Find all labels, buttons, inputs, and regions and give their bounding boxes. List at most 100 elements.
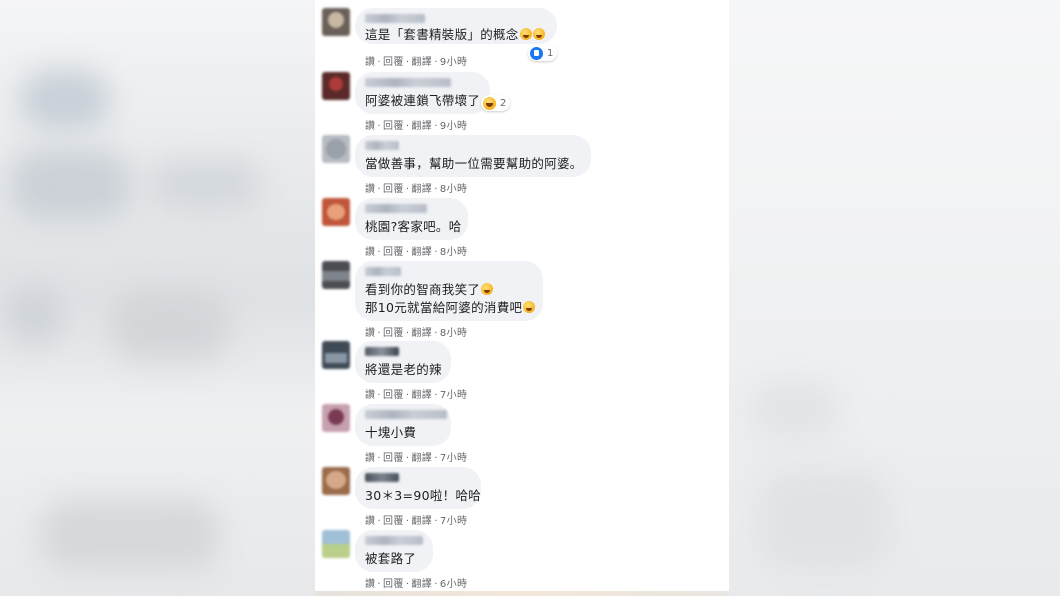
timestamp[interactable]: 9小時	[440, 121, 468, 132]
separator: ·	[377, 121, 381, 132]
reply-button[interactable]: 回覆	[383, 247, 404, 258]
commenter-name-blurred[interactable]	[365, 536, 423, 545]
comment-actions: 讚 · 回覆 · 翻譯 · 8小時	[365, 243, 467, 258]
comment-actions: 讚 · 回覆 · 翻譯 · 7小時	[365, 386, 467, 401]
comment-bubble: 當做善事，幫助一位需要幫助的阿婆。	[355, 135, 591, 177]
separator: ·	[434, 184, 438, 195]
translate-button[interactable]: 翻譯	[411, 453, 432, 464]
avatar[interactable]	[322, 135, 350, 163]
separator: ·	[434, 57, 438, 68]
timestamp[interactable]: 7小時	[440, 516, 468, 527]
separator: ·	[405, 390, 410, 401]
separator: ·	[405, 453, 410, 464]
separator: ·	[405, 328, 410, 339]
reply-button[interactable]: 回覆	[383, 516, 404, 527]
commenter-name-blurred[interactable]	[365, 141, 399, 150]
like-button[interactable]: 讚	[365, 184, 375, 195]
avatar[interactable]	[322, 530, 350, 558]
avatar[interactable]	[322, 198, 350, 226]
haha-icon	[483, 96, 496, 110]
separator: ·	[377, 247, 381, 258]
reaction-summary[interactable]: 1	[528, 45, 558, 61]
laugh-emoji-icon	[481, 283, 494, 295]
comment-text: 將還是老的辣	[365, 362, 442, 377]
avatar[interactable]	[322, 404, 350, 432]
comment-text-line: 那10元就當給阿婆的消費吧	[365, 300, 536, 316]
commenter-name-blurred[interactable]	[365, 78, 451, 87]
comment-actions: 讚 · 回覆 · 翻譯 · 9小時	[365, 53, 467, 68]
separator: ·	[377, 579, 381, 590]
separator: ·	[434, 328, 438, 339]
comment-text: 被套路了	[365, 551, 417, 566]
comment-bubble: 十塊小費	[355, 404, 451, 446]
separator: ·	[434, 453, 438, 464]
commenter-name-blurred[interactable]	[365, 410, 447, 419]
separator: ·	[434, 516, 438, 527]
timestamp[interactable]: 9小時	[440, 57, 468, 68]
reaction-summary[interactable]: 2	[481, 95, 511, 111]
separator: ·	[434, 579, 438, 590]
translate-button[interactable]: 翻譯	[411, 579, 432, 590]
translate-button[interactable]: 翻譯	[411, 390, 432, 401]
translate-button[interactable]: 翻譯	[411, 184, 432, 195]
like-button[interactable]: 讚	[365, 516, 375, 527]
panel-bottom-edge	[315, 591, 729, 596]
like-button[interactable]: 讚	[365, 453, 375, 464]
separator: ·	[377, 453, 381, 464]
commenter-name-blurred[interactable]	[365, 473, 399, 482]
reply-button[interactable]: 回覆	[383, 328, 404, 339]
comment-bubble: 阿婆被連鎖飞帶壞了	[355, 72, 490, 114]
like-button[interactable]: 讚	[365, 57, 375, 68]
reply-button[interactable]: 回覆	[383, 121, 404, 132]
like-button[interactable]: 讚	[365, 247, 375, 258]
translate-button[interactable]: 翻譯	[411, 247, 432, 258]
avatar[interactable]	[322, 8, 350, 36]
commenter-name-blurred[interactable]	[365, 267, 401, 276]
reply-button[interactable]: 回覆	[383, 453, 404, 464]
reply-button[interactable]: 回覆	[383, 579, 404, 590]
like-button[interactable]: 讚	[365, 390, 375, 401]
blurred-background-right	[729, 0, 1060, 596]
comment-bubble: 看到你的智商我笑了 那10元就當給阿婆的消費吧	[355, 261, 543, 321]
like-button[interactable]: 讚	[365, 121, 375, 132]
comment-text-line: 看到你的智商我笑了	[365, 282, 533, 298]
separator: ·	[377, 184, 381, 195]
laugh-emoji-icon	[532, 28, 545, 40]
comment-actions: 讚 · 回覆 · 翻譯 · 8小時	[365, 324, 467, 339]
reaction-count: 2	[500, 97, 507, 109]
timestamp[interactable]: 6小時	[440, 579, 468, 590]
timestamp[interactable]: 8小時	[440, 247, 468, 258]
comment-bubble: 30＊3=90啦！哈哈	[355, 467, 481, 509]
translate-button[interactable]: 翻譯	[411, 516, 432, 527]
laugh-emoji-icon	[519, 28, 532, 40]
reply-button[interactable]: 回覆	[383, 184, 404, 195]
commenter-name-blurred[interactable]	[365, 204, 427, 213]
avatar[interactable]	[322, 261, 350, 289]
comments-panel: 這是「套書精裝版」的概念 1 讚 · 回覆 · 翻譯 · 9小時 阿婆被連鎖飞帶壞了 2 讚…	[315, 0, 729, 591]
avatar[interactable]	[322, 341, 350, 369]
reply-button[interactable]: 回覆	[383, 57, 404, 68]
comment-actions: 讚 · 回覆 · 翻譯 · 9小時	[365, 117, 467, 132]
avatar[interactable]	[322, 72, 350, 100]
timestamp[interactable]: 7小時	[440, 390, 468, 401]
translate-button[interactable]: 翻譯	[411, 328, 432, 339]
comment-actions: 讚 · 回覆 · 翻譯 · 6小時	[365, 575, 467, 590]
translate-button[interactable]: 翻譯	[411, 57, 432, 68]
separator: ·	[377, 328, 381, 339]
separator: ·	[405, 247, 410, 258]
separator: ·	[405, 579, 410, 590]
timestamp[interactable]: 8小時	[440, 184, 468, 195]
reply-button[interactable]: 回覆	[383, 390, 404, 401]
comment-text: 十塊小費	[365, 425, 417, 440]
like-button[interactable]: 讚	[365, 579, 375, 590]
like-button[interactable]: 讚	[365, 328, 375, 339]
commenter-name-blurred[interactable]	[365, 14, 425, 23]
timestamp[interactable]: 8小時	[440, 328, 468, 339]
avatar[interactable]	[322, 467, 350, 495]
timestamp[interactable]: 7小時	[440, 453, 468, 464]
translate-button[interactable]: 翻譯	[411, 121, 432, 132]
commenter-name-blurred[interactable]	[365, 347, 399, 356]
reaction-count: 1	[547, 47, 554, 59]
separator: ·	[434, 390, 438, 401]
separator: ·	[405, 184, 410, 195]
